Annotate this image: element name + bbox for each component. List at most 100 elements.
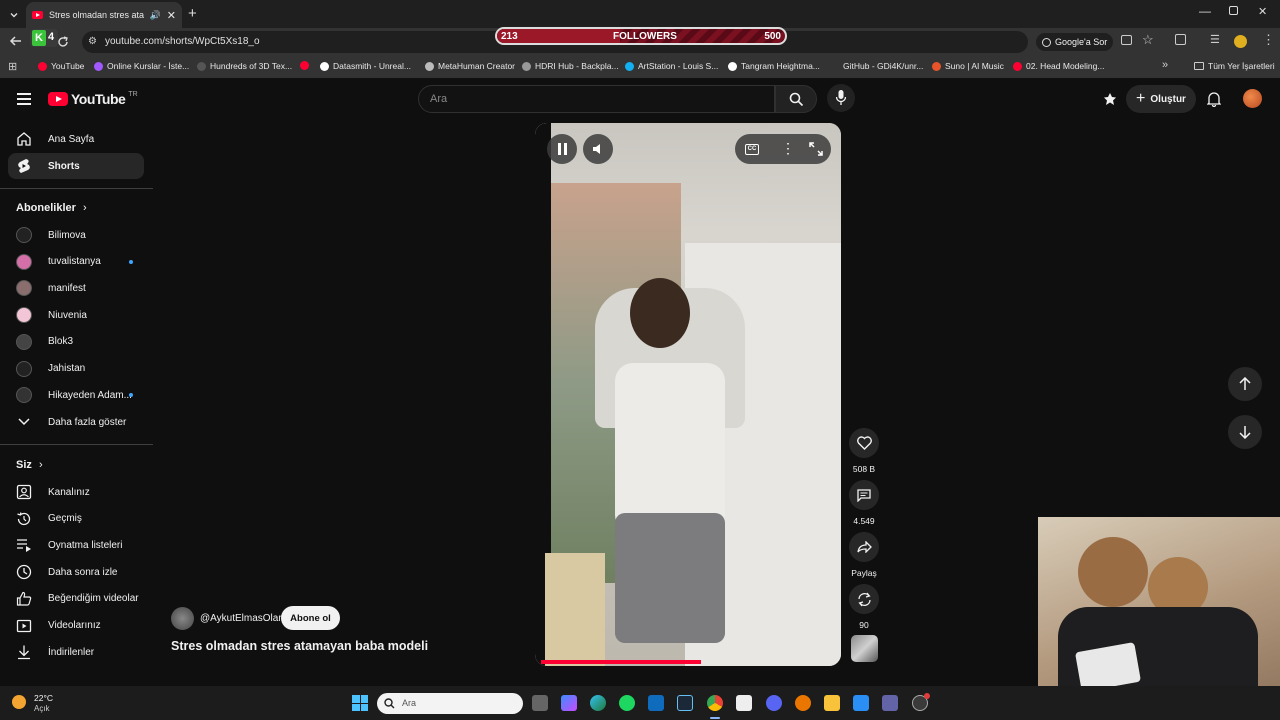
sidebar-subscription-item[interactable]: Jahistan	[8, 356, 144, 382]
start-button[interactable]	[352, 695, 368, 711]
bookmark-item[interactable]	[300, 61, 309, 70]
remix-button[interactable]	[849, 584, 879, 614]
site-info-icon[interactable]: ⚙	[88, 36, 97, 47]
bookmark-item[interactable]: HDRI Hub - Backpla...	[522, 61, 619, 71]
sidebar-subscription-item[interactable]: Blok3	[8, 329, 144, 355]
taskbar-search-box[interactable]: Ara	[377, 693, 523, 714]
bookmarks-overflow-icon[interactable]: »	[1162, 59, 1168, 71]
sidebar-item-your-videos[interactable]: Videolarınız	[8, 613, 144, 639]
browser-menu-icon[interactable]: ⋮	[1262, 32, 1275, 48]
steam-icon[interactable]	[677, 695, 693, 711]
bookmark-item[interactable]: Suno | AI Music	[932, 61, 1004, 71]
notifications-bell-icon[interactable]	[1206, 91, 1222, 108]
vscode-icon[interactable]	[853, 695, 869, 711]
subscribe-button[interactable]: Abone ol	[281, 606, 340, 630]
copilot-icon[interactable]	[561, 695, 577, 711]
create-button[interactable]: + Oluştur	[1126, 85, 1196, 113]
sidebar-subscription-item[interactable]: Hikayeden Adam...	[8, 382, 144, 408]
sidebar-item-channel[interactable]: Kanalınız	[8, 479, 144, 505]
pause-button[interactable]	[547, 134, 577, 164]
sidebar-subscription-item[interactable]: Bilimova	[8, 222, 144, 248]
windows-taskbar: 22°C Açık Ara	[0, 686, 1280, 720]
blender-icon[interactable]	[795, 695, 811, 711]
channel-avatar[interactable]	[171, 607, 194, 630]
fullscreen-icon[interactable]	[809, 142, 823, 161]
task-view-icon[interactable]	[532, 695, 548, 711]
sidebar-subscription-item[interactable]: manifest	[8, 275, 144, 301]
show-more-button[interactable]: Daha fazla göster	[8, 409, 144, 435]
k-extension-badge[interactable]: K 4	[30, 29, 58, 47]
sound-thumbnail[interactable]	[851, 635, 878, 662]
subscriptions-header[interactable]: Abonelikler ›	[16, 202, 87, 214]
more-options-icon[interactable]: ⋮	[781, 140, 795, 157]
bookmark-item[interactable]: Online Kurslar - İste...	[94, 61, 189, 71]
back-icon[interactable]	[9, 34, 23, 53]
sidebar-subscription-item[interactable]: tuvalistanya	[8, 249, 144, 275]
bookmark-item[interactable]: Hundreds of 3D Tex...	[197, 61, 292, 71]
captions-icon[interactable]: CC	[745, 144, 759, 155]
bookmark-item[interactable]: 02. Head Modeling...	[1013, 61, 1104, 71]
window-minimize-icon[interactable]: —	[1199, 4, 1211, 18]
discord-icon[interactable]	[766, 695, 782, 711]
bookmark-item[interactable]: GitHub - GDi4K/unr...	[830, 61, 923, 71]
google-ask-button[interactable]: Google'a Sor	[1036, 33, 1114, 51]
plus-icon: +	[1136, 90, 1146, 107]
you-section-header[interactable]: Siz ›	[16, 459, 43, 471]
voice-search-button[interactable]	[827, 84, 855, 112]
channel-name[interactable]: @AykutElmasOlan	[200, 613, 284, 624]
bookmark-favicon-icon	[300, 61, 309, 70]
search-input[interactable]: Ara	[430, 93, 447, 105]
outlook-icon[interactable]	[648, 695, 664, 711]
volume-button[interactable]	[583, 134, 613, 164]
bookmark-item[interactable]: ArtStation - Louis S...	[625, 61, 718, 71]
comment-button[interactable]	[849, 480, 879, 510]
reload-icon[interactable]	[57, 35, 69, 53]
teams-icon[interactable]	[882, 695, 898, 711]
sidebar-item-playlists[interactable]: Oynatma listeleri	[8, 532, 144, 558]
previous-short-button[interactable]	[1228, 367, 1262, 401]
sidebar-item-shorts[interactable]: Shorts	[8, 153, 144, 179]
browser-tab-active[interactable]: Stres olmadan stres atamay 🔊 ✕	[26, 2, 182, 28]
window-restore-icon[interactable]	[1229, 6, 1238, 15]
youtube-logo[interactable]: YouTube TR	[48, 91, 138, 107]
cast-icon[interactable]	[1103, 92, 1117, 106]
tab-audio-icon[interactable]: 🔊	[150, 10, 161, 21]
sidebar-item-liked[interactable]: Beğendiğim videolar	[8, 586, 144, 612]
chrome-icon[interactable]	[707, 695, 723, 711]
tab-search-icon[interactable]	[8, 8, 20, 20]
account-avatar[interactable]	[1243, 89, 1262, 108]
install-app-icon[interactable]	[1121, 35, 1132, 45]
next-short-button[interactable]	[1228, 415, 1262, 449]
sidebar-subscription-item[interactable]: Niuvenia	[8, 302, 144, 328]
media-controls-icon[interactable]: ☰	[1210, 33, 1220, 46]
sidebar-item-label: İndirilenler	[48, 646, 95, 658]
spotify-icon[interactable]	[619, 695, 635, 711]
weather-widget[interactable]: 22°C Açık	[12, 692, 72, 716]
profile-avatar[interactable]	[1234, 35, 1247, 48]
apps-grid-icon[interactable]: ⊞	[8, 60, 17, 73]
sidebar-item-watch-later[interactable]: Daha sonra izle	[8, 559, 144, 585]
bookmark-item[interactable]: YouTube	[38, 61, 84, 71]
extensions-icon[interactable]	[1175, 34, 1186, 45]
bookmark-item[interactable]: MetaHuman Creator	[425, 61, 515, 71]
short-video-player[interactable]: CC ⋮	[535, 123, 841, 666]
tab-close-icon[interactable]: ✕	[167, 9, 176, 22]
bookmark-star-icon[interactable]: ☆	[1142, 32, 1154, 48]
search-button[interactable]	[775, 85, 817, 113]
edge-icon[interactable]	[590, 695, 606, 711]
bookmark-label: MetaHuman Creator	[438, 61, 516, 71]
bookmark-item[interactable]: Tangram Heightma...	[728, 61, 820, 71]
hamburger-menu-icon[interactable]	[17, 93, 31, 105]
all-bookmarks-button[interactable]: Tüm Yer İşaretleri	[1194, 61, 1275, 71]
like-button[interactable]	[849, 428, 879, 458]
file-explorer-icon[interactable]	[824, 695, 840, 711]
new-tab-icon[interactable]: +	[188, 5, 197, 22]
share-button[interactable]	[849, 532, 879, 562]
sidebar-item-home[interactable]: Ana Sayfa	[8, 126, 144, 152]
search-box[interactable]: Ara	[418, 85, 775, 113]
sidebar-item-history[interactable]: Geçmiş	[8, 506, 144, 532]
sidebar-item-downloads[interactable]: İndirilenler	[8, 639, 144, 665]
capcut-icon[interactable]	[736, 695, 752, 711]
window-close-icon[interactable]: ✕	[1258, 5, 1267, 18]
bookmark-item[interactable]: Datasmith - Unreal...	[320, 61, 411, 71]
